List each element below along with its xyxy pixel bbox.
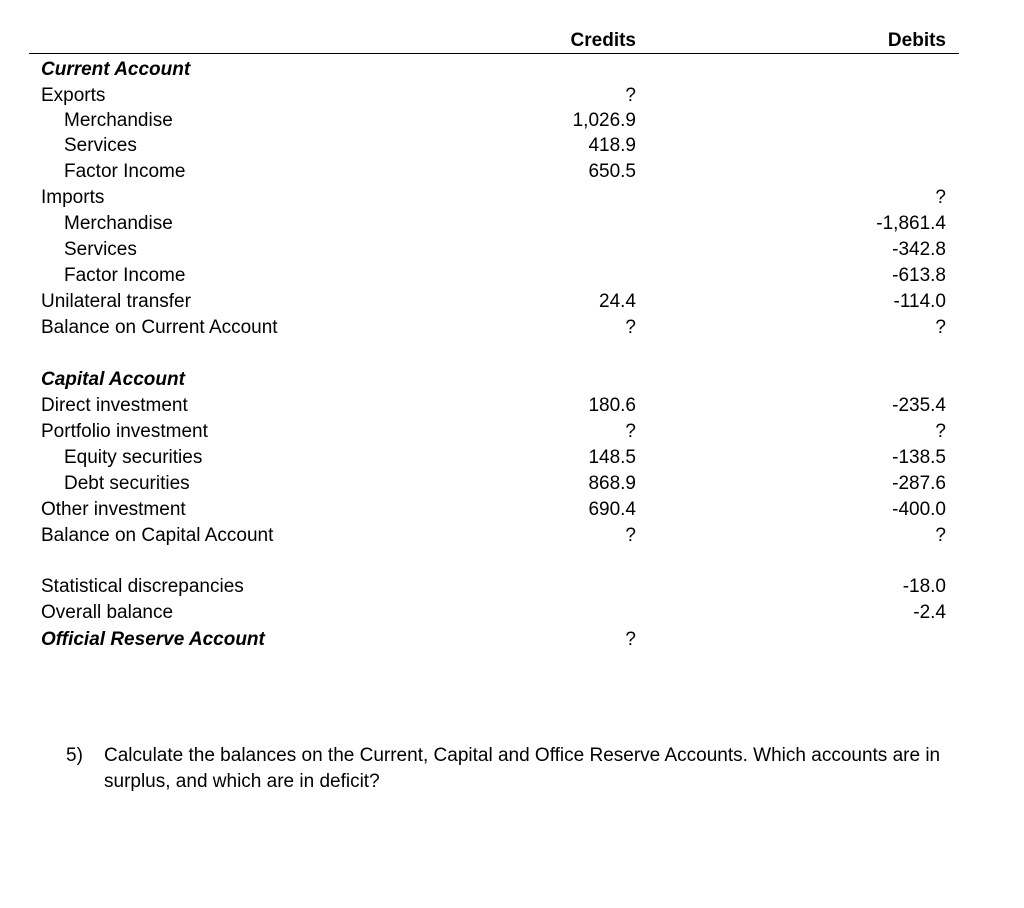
debit-value: -342.8	[892, 239, 946, 260]
table-row: Statistical discrepancies -18.0	[0, 574, 1024, 600]
table-row: Factor Income -613.8	[0, 263, 1024, 289]
debit-value: ?	[935, 421, 946, 442]
credit-value: 690.4	[588, 499, 636, 520]
credit-value: ?	[625, 421, 636, 442]
debit-value: -613.8	[892, 265, 946, 286]
section-heading: Current Account	[41, 59, 191, 80]
table-row: Merchandise -1,861.4	[0, 211, 1024, 237]
section-heading: Capital Account	[41, 369, 185, 390]
row-label: Debt securities	[64, 473, 190, 494]
table-row: Factor Income 650.5	[0, 159, 1024, 185]
question-number: 5)	[66, 745, 83, 766]
section-heading: Official Reserve Account	[41, 629, 265, 650]
table-row: Exports?	[0, 83, 1024, 109]
table-row: Portfolio investment??	[0, 419, 1024, 445]
debit-value: -138.5	[892, 447, 946, 468]
table-row: Current Account	[0, 57, 1024, 83]
table-row: Imports?	[0, 185, 1024, 211]
table-row: Services 418.9	[0, 133, 1024, 159]
table-row: Merchandise 1,026.9	[0, 108, 1024, 134]
row-label: Direct investment	[41, 395, 188, 416]
header-rule	[29, 53, 959, 54]
debit-value: -400.0	[892, 499, 946, 520]
table-row: Equity securities 148.5 -138.5	[0, 445, 1024, 471]
debit-value: ?	[935, 187, 946, 208]
table-row: Balance on Capital Account??	[0, 523, 1024, 549]
credit-value: 868.9	[588, 473, 636, 494]
question-text: Calculate the balances on the Current, C…	[104, 745, 941, 792]
credit-value: 1,026.9	[572, 110, 636, 131]
debit-value: -287.6	[892, 473, 946, 494]
row-label: Factor Income	[64, 161, 186, 182]
table-row: Debt securities 868.9 -287.6	[0, 471, 1024, 497]
row-label: Imports	[41, 187, 105, 208]
table-row: Capital Account	[0, 367, 1024, 393]
row-label: Factor Income	[64, 265, 186, 286]
row-label: Portfolio investment	[41, 421, 208, 442]
table-row: Unilateral transfer 24.4 -114.0	[0, 289, 1024, 315]
credit-value: ?	[625, 85, 636, 106]
debit-value: ?	[935, 525, 946, 546]
table-row: Services -342.8	[0, 237, 1024, 263]
row-label: Exports	[41, 85, 106, 106]
credit-value: 418.9	[588, 135, 636, 156]
table-row: Other investment 690.4 -400.0	[0, 497, 1024, 523]
table-row: Official Reserve Account?	[0, 627, 1024, 653]
credit-value: 180.6	[588, 395, 636, 416]
row-label: Services	[64, 239, 137, 260]
row-label: Merchandise	[64, 110, 173, 131]
row-label: Services	[64, 135, 137, 156]
debit-value: -1,861.4	[876, 213, 946, 234]
debit-value: -235.4	[892, 395, 946, 416]
debit-value: ?	[935, 317, 946, 338]
row-label: Balance on Current Account	[41, 317, 278, 338]
credit-value: 148.5	[588, 447, 636, 468]
row-label: Other investment	[41, 499, 186, 520]
debit-value: -18.0	[902, 576, 946, 597]
row-label: Equity securities	[64, 447, 203, 468]
row-label: Merchandise	[64, 213, 173, 234]
row-label: Statistical discrepancies	[41, 576, 244, 597]
credit-value: ?	[625, 317, 636, 338]
row-label: Unilateral transfer	[41, 291, 191, 312]
debit-value: -114.0	[893, 291, 946, 312]
column-header-credits: Credits	[570, 30, 636, 51]
table-row: Overall balance -2.4	[0, 600, 1024, 626]
debit-value: -2.4	[913, 602, 946, 623]
credit-value: ?	[625, 525, 636, 546]
credit-value: 24.4	[599, 291, 636, 312]
column-header-debits: Debits	[887, 30, 946, 51]
credit-value: 650.5	[588, 161, 636, 182]
row-label: Balance on Capital Account	[41, 525, 274, 546]
table-row: Direct investment 180.6 -235.4	[0, 393, 1024, 419]
credit-value: ?	[625, 629, 636, 650]
table-row: Balance on Current Account??	[0, 315, 1024, 341]
row-label: Overall balance	[41, 602, 174, 623]
